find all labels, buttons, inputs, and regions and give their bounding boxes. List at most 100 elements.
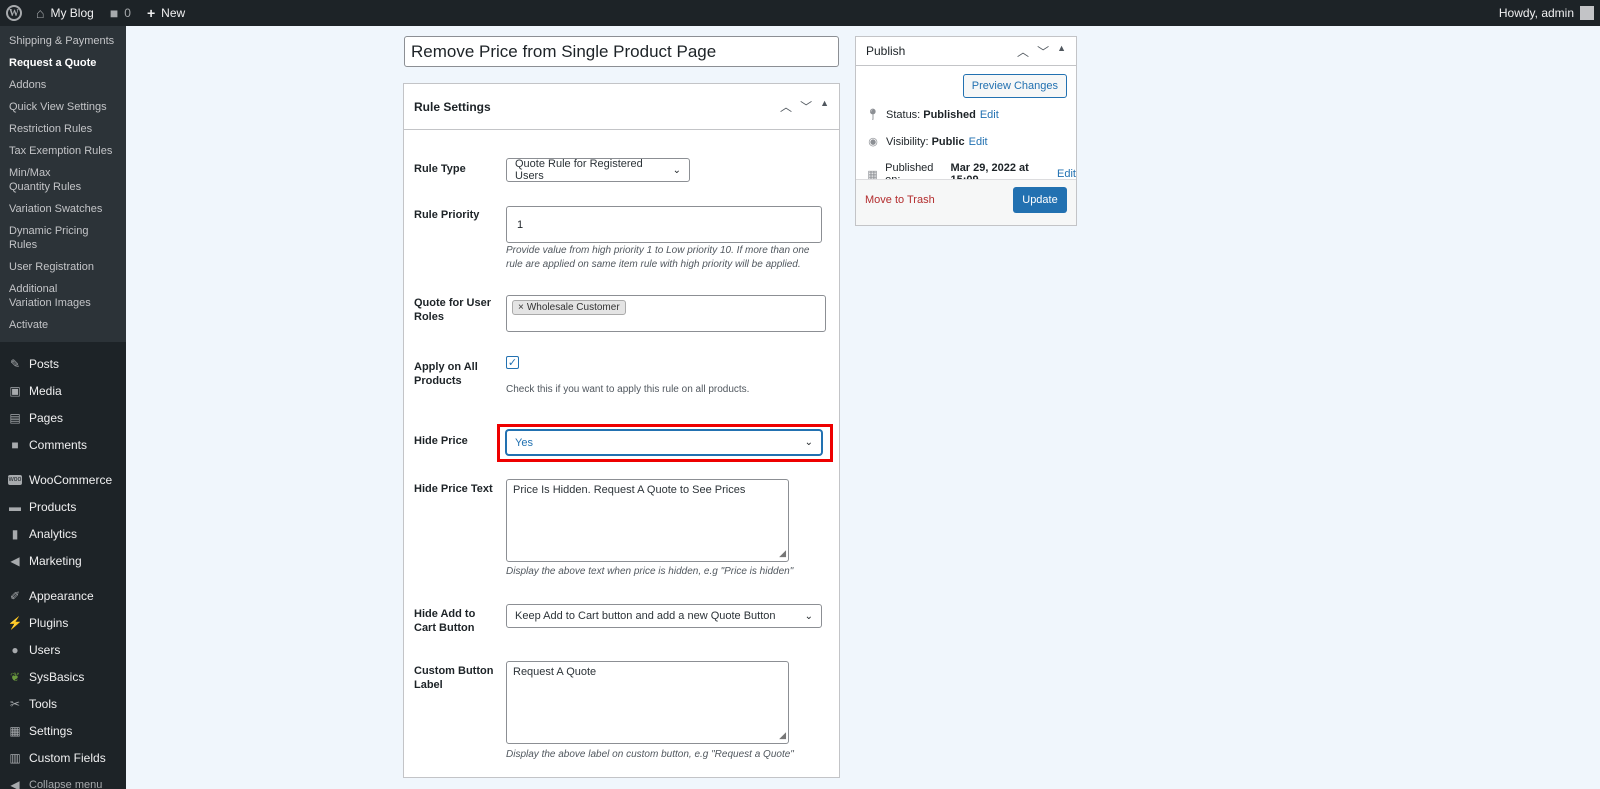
- visibility-row: ◉ Visibility: Public Edit: [866, 135, 988, 149]
- menu-item-comments[interactable]: ■ Comments: [0, 431, 126, 458]
- chevron-down-icon: ⌄: [804, 437, 813, 448]
- custom-button-label: Custom Button Label: [414, 665, 494, 691]
- rule-settings-header: Rule Settings ︿ ﹀ ▲: [404, 84, 839, 130]
- move-up-icon[interactable]: ︿: [780, 98, 792, 115]
- rule-priority-input[interactable]: 1: [506, 206, 822, 243]
- publish-title: Publish: [866, 44, 906, 58]
- admin-sidebar: Shipping & Payments Request a Quote Addo…: [0, 26, 126, 789]
- submenu-item[interactable]: Additional Variation Images: [0, 278, 105, 314]
- hide-cart-select[interactable]: Keep Add to Cart button and add a new Qu…: [506, 604, 822, 628]
- menu-item-posts[interactable]: ✎ Posts: [0, 350, 126, 377]
- comments-link[interactable]: ■ 0: [102, 0, 139, 26]
- submenu-item[interactable]: Shipping & Payments: [0, 30, 126, 52]
- menu-item-analytics[interactable]: ▮ Analytics: [0, 520, 126, 547]
- menu-item-custom-fields[interactable]: ▥ Custom Fields: [0, 744, 126, 771]
- menu-item-sysbasics[interactable]: ❦ SysBasics: [0, 663, 126, 690]
- menu-item-marketing[interactable]: ◀ Marketing: [0, 547, 126, 574]
- menu-item-woocommerce[interactable]: woo WooCommerce: [0, 466, 126, 493]
- submenu-item[interactable]: User Registration: [0, 256, 126, 278]
- custom-button-textarea[interactable]: Request A Quote ◢: [506, 661, 789, 744]
- role-tag-label: Wholesale Customer: [526, 302, 620, 313]
- hide-cart-label: Hide Add to Cart Button: [414, 608, 476, 634]
- marketing-icon: ◀: [10, 553, 20, 568]
- move-down-icon[interactable]: ﹀: [1037, 43, 1049, 60]
- new-content-link[interactable]: + New: [139, 0, 193, 26]
- publish-footer: Move to Trash Update: [856, 179, 1076, 225]
- submenu-item-current[interactable]: Request a Quote: [0, 52, 126, 74]
- chevron-down-icon: ⌄: [672, 164, 681, 176]
- apply-all-checkbox[interactable]: ✓: [506, 356, 519, 369]
- menu-item-settings[interactable]: ▦ Settings: [0, 717, 126, 744]
- move-up-icon[interactable]: ︿: [1017, 43, 1029, 60]
- post-title-input[interactable]: Remove Price from Single Product Page: [404, 36, 839, 67]
- menu-item-tools[interactable]: ✂ Tools: [0, 690, 126, 717]
- hide-price-label: Hide Price: [414, 435, 468, 447]
- media-icon: ▣: [9, 383, 21, 398]
- submenu-item[interactable]: Tax Exemption Rules: [0, 140, 126, 162]
- menu-item-products[interactable]: ▬ Products: [0, 493, 126, 520]
- eye-icon: ◉: [868, 136, 878, 148]
- menu-label: WooCommerce: [29, 472, 113, 487]
- preview-changes-button[interactable]: Preview Changes: [962, 74, 1067, 98]
- menu-label: Custom Fields: [29, 750, 106, 765]
- submenu-item[interactable]: Quick View Settings: [0, 96, 126, 118]
- status-label: Status:: [886, 108, 921, 121]
- menu-item-media[interactable]: ▣ Media: [0, 377, 126, 404]
- submenu-item[interactable]: Variation Swatches: [0, 198, 126, 220]
- wordpress-logo-icon[interactable]: W: [0, 0, 28, 26]
- publish-header: Publish ︿ ﹀ ▲: [856, 37, 1076, 66]
- submenu-item[interactable]: Restriction Rules: [0, 118, 126, 140]
- submenu-item[interactable]: Min/Max Quantity Rules: [0, 162, 100, 198]
- edit-visibility-link[interactable]: Edit: [969, 136, 988, 148]
- menu-label: SysBasics: [29, 669, 85, 684]
- update-button[interactable]: Update: [1013, 187, 1067, 213]
- menu-item-users[interactable]: ● Users: [0, 636, 126, 663]
- hide-price-select[interactable]: Yes ⌄: [506, 430, 822, 455]
- role-tag: × Wholesale Customer: [512, 300, 626, 315]
- custom-button-description: Display the above label on custom button…: [506, 749, 794, 760]
- status-value: Published: [923, 108, 976, 121]
- menu-label: Appearance: [29, 588, 94, 603]
- site-name-label: My Blog: [50, 6, 94, 20]
- rule-type-select[interactable]: Quote Rule for Registered Users ⌄: [506, 158, 690, 182]
- move-to-trash-link[interactable]: Move to Trash: [865, 194, 935, 206]
- howdy-label: Howdy, admin: [1498, 6, 1574, 20]
- submenu-item[interactable]: Dynamic Pricing Rules: [0, 220, 126, 256]
- menu-label: Comments: [29, 437, 88, 452]
- avatar: [1580, 6, 1594, 20]
- menu-item-plugins[interactable]: ⚡ Plugins: [0, 609, 126, 636]
- custom-button-value: Request A Quote: [513, 666, 597, 678]
- comment-icon: ■: [109, 5, 119, 21]
- woocommerce-submenu: Shipping & Payments Request a Quote Addo…: [0, 26, 126, 342]
- hide-price-text-label: Hide Price Text: [414, 483, 493, 495]
- resize-handle-icon[interactable]: ◢: [779, 548, 786, 559]
- appearance-icon: ✐: [9, 588, 21, 603]
- my-account-link[interactable]: Howdy, admin: [1491, 0, 1600, 26]
- analytics-icon: ▮: [11, 526, 19, 541]
- submenu-item[interactable]: Activate: [0, 314, 126, 336]
- site-name-link[interactable]: ⌂ My Blog: [28, 0, 102, 26]
- collapse-menu-button[interactable]: ◀ Collapse menu: [0, 771, 126, 789]
- edit-status-link[interactable]: Edit: [980, 109, 999, 121]
- woocommerce-icon: woo: [8, 474, 22, 485]
- toggle-panel-icon[interactable]: ▲: [820, 98, 829, 115]
- submenu-item[interactable]: Addons: [0, 74, 126, 96]
- new-label: New: [161, 6, 186, 20]
- tools-icon: ✂: [9, 696, 21, 711]
- plugins-icon: ⚡: [7, 615, 23, 630]
- toggle-panel-icon[interactable]: ▲: [1057, 43, 1066, 60]
- menu-label: Pages: [29, 410, 64, 425]
- resize-handle-icon[interactable]: ◢: [779, 730, 786, 741]
- collapse-label: Collapse menu: [29, 778, 103, 789]
- remove-tag-icon[interactable]: ×: [518, 302, 524, 313]
- hide-cart-value: Keep Add to Cart button and add a new Qu…: [515, 610, 776, 622]
- status-row: 📍︎ Status: Published Edit: [866, 108, 999, 122]
- hide-price-text-textarea[interactable]: Price Is Hidden. Request A Quote to See …: [506, 479, 789, 562]
- hide-price-text-description: Display the above text when price is hid…: [506, 566, 794, 577]
- menu-item-pages[interactable]: ▤ Pages: [0, 404, 126, 431]
- comments-icon: ■: [11, 437, 19, 452]
- pushpin-icon: ✎: [9, 356, 21, 371]
- menu-item-appearance[interactable]: ✐ Appearance: [0, 582, 126, 609]
- user-roles-multiselect[interactable]: × Wholesale Customer: [506, 295, 826, 332]
- move-down-icon[interactable]: ﹀: [800, 98, 812, 115]
